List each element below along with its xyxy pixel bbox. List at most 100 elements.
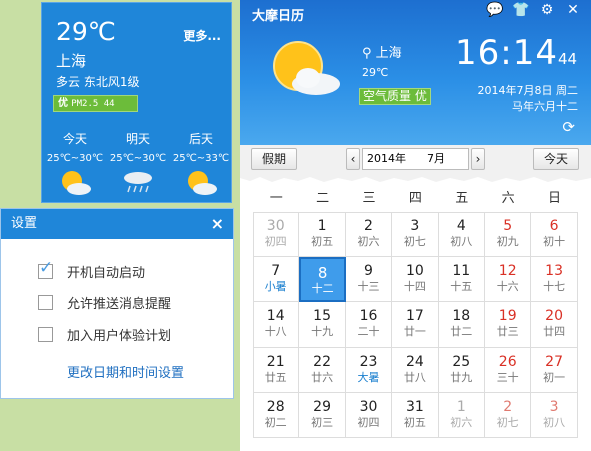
checkbox[interactable] bbox=[38, 327, 53, 342]
lunar-day: 二十 bbox=[357, 325, 380, 339]
day-cell[interactable]: 1 初六 bbox=[438, 392, 485, 438]
paper-tear-divider bbox=[240, 173, 591, 188]
forecast-range: 25℃~33℃ bbox=[172, 153, 230, 164]
day-cell[interactable]: 31 初五 bbox=[392, 392, 439, 438]
option-push-notify[interactable]: 允许推送消息提醒 bbox=[38, 295, 172, 314]
day-number: 3 bbox=[410, 218, 420, 234]
day-cell[interactable]: 30 初四 bbox=[253, 212, 300, 258]
calendar-city[interactable]: ⚲ 上海 bbox=[362, 42, 402, 61]
day-number: 12 bbox=[498, 263, 517, 280]
lunar-day: 初五 bbox=[311, 235, 334, 248]
day-number: 2 bbox=[364, 218, 373, 234]
weekday-label: 六 bbox=[501, 191, 515, 206]
day-cell[interactable]: 6 初十 bbox=[531, 212, 578, 258]
day-number: 27 bbox=[545, 353, 563, 370]
day-cell[interactable]: 18 廿二 bbox=[438, 302, 485, 348]
day-cell[interactable]: 29 初三 bbox=[299, 392, 346, 438]
day-cell[interactable]: 16 二十 bbox=[345, 302, 393, 348]
lunar-date: 马年六月十二 bbox=[512, 100, 578, 113]
day-cell[interactable]: 22 廿六 bbox=[299, 347, 346, 393]
day-cell-today[interactable]: 8 十二 bbox=[299, 257, 346, 303]
day-cell[interactable]: 13 十七 bbox=[531, 257, 578, 303]
day-cell[interactable]: 5 初九 bbox=[485, 212, 532, 258]
lunar-day: 初六 bbox=[450, 415, 473, 429]
more-link[interactable]: 更多... bbox=[183, 27, 221, 44]
day-cell[interactable]: 2 初七 bbox=[485, 392, 532, 438]
day-cell[interactable]: 9 十三 bbox=[345, 257, 393, 303]
day-cell[interactable]: 15 十九 bbox=[299, 302, 346, 348]
day-cell[interactable]: 4 初八 bbox=[438, 212, 485, 258]
day-number: 9 bbox=[364, 263, 373, 280]
day-number: 10 bbox=[405, 263, 424, 280]
option-label: 允许推送消息提醒 bbox=[67, 297, 172, 312]
day-number: 7 bbox=[271, 263, 281, 280]
holiday-button[interactable]: 假期 bbox=[251, 148, 297, 170]
weekday-label: 日 bbox=[548, 191, 562, 206]
settings-header: 设置 × bbox=[1, 209, 233, 239]
day-number: 2 bbox=[503, 398, 513, 415]
lunar-day: 廿五 bbox=[264, 370, 287, 384]
option-autostart[interactable]: 开机自动启动 bbox=[38, 259, 145, 283]
calendar-window: 大摩日历 💬 👕 ⚙ ✕ ⚲ 上海 29℃ 空气质量 优 16:14 44 2014年… bbox=[240, 0, 591, 451]
day-number: 8 bbox=[317, 264, 328, 283]
lunar-day: 大暑 bbox=[357, 370, 380, 384]
current-date: 2014年7月8日 周二 bbox=[477, 84, 579, 97]
day-cell[interactable]: 20 廿四 bbox=[531, 302, 578, 348]
month-value: 7月 bbox=[427, 152, 445, 165]
prev-month-button[interactable]: ‹ bbox=[346, 148, 360, 170]
forecast-day: 明天 bbox=[125, 132, 150, 146]
checkbox-checked[interactable] bbox=[38, 259, 53, 279]
day-cell[interactable]: 27 初一 bbox=[531, 347, 578, 393]
day-cell[interactable]: 30 初四 bbox=[345, 392, 393, 438]
settings-title: 设置 bbox=[11, 216, 38, 231]
day-cell[interactable]: 21 廿五 bbox=[253, 347, 300, 393]
day-cell[interactable]: 28 初二 bbox=[253, 392, 300, 438]
refresh-icon[interactable]: ⟳ bbox=[562, 118, 575, 136]
day-cell[interactable]: 25 廿九 bbox=[438, 347, 485, 393]
clock-seconds: 44 bbox=[558, 50, 578, 68]
clock-time: 16:14 bbox=[455, 33, 558, 73]
day-cell[interactable]: 3 初八 bbox=[531, 392, 578, 438]
day-cell[interactable]: 19 廿三 bbox=[485, 302, 532, 348]
day-cell[interactable]: 2 初六 bbox=[345, 212, 393, 258]
next-month-button[interactable]: › bbox=[471, 148, 485, 170]
day-cell[interactable]: 26 三十 bbox=[485, 347, 532, 393]
current-temperature: 29℃ bbox=[56, 17, 116, 46]
lunar-day: 廿六 bbox=[311, 370, 334, 384]
air-quality-badge: 空气质量 优 bbox=[359, 88, 431, 105]
day-number: 24 bbox=[405, 353, 424, 370]
today-button[interactable]: 今天 bbox=[533, 148, 579, 170]
settings-panel: 设置 × 开机自动启动 允许推送消息提醒 加入用户体验计划 更改日期和时间设置 bbox=[0, 208, 234, 399]
day-cell[interactable]: 10 十四 bbox=[392, 257, 439, 303]
aqi-value: PM2.5 44 bbox=[71, 99, 115, 109]
lunar-day: 初四 bbox=[357, 415, 380, 429]
lunar-day: 初一 bbox=[543, 370, 566, 384]
weekday-label: 五 bbox=[455, 191, 469, 206]
app-title: 大摩日历 bbox=[252, 9, 305, 24]
day-cell[interactable]: 14 十八 bbox=[253, 302, 300, 348]
gear-icon[interactable]: ⚙ bbox=[537, 2, 557, 18]
day-cell[interactable]: 24 廿八 bbox=[392, 347, 439, 393]
day-number: 4 bbox=[456, 218, 466, 234]
day-cell[interactable]: 3 初七 bbox=[392, 212, 439, 258]
option-ux-program[interactable]: 加入用户体验计划 bbox=[38, 327, 171, 346]
close-icon[interactable]: ✕ bbox=[563, 2, 583, 18]
day-cell[interactable]: 12 十六 bbox=[485, 257, 532, 303]
close-icon[interactable]: × bbox=[211, 209, 224, 239]
day-cell[interactable]: 1 初五 bbox=[299, 212, 346, 258]
day-cell[interactable]: 17 廿一 bbox=[392, 302, 439, 348]
day-cell[interactable]: 7 小暑 bbox=[253, 257, 300, 303]
year-month-select[interactable]: 2014年 7月 bbox=[362, 148, 469, 170]
chat-icon[interactable]: 💬 bbox=[485, 2, 505, 18]
weekday-header: 一 二 三 四 五 六 日 bbox=[253, 186, 578, 211]
day-cell[interactable]: 11 十五 bbox=[438, 257, 485, 303]
day-cell[interactable]: 23 大暑 bbox=[345, 347, 393, 393]
forecast-day: 今天 bbox=[62, 132, 87, 146]
change-datetime-link[interactable]: 更改日期和时间设置 bbox=[67, 362, 184, 381]
day-number: 20 bbox=[545, 308, 563, 325]
lunar-day: 十五 bbox=[450, 280, 473, 294]
city-name[interactable]: 上海 bbox=[56, 50, 86, 71]
checkbox[interactable] bbox=[38, 295, 53, 310]
shirt-icon[interactable]: 👕 bbox=[511, 2, 531, 18]
day-number: 15 bbox=[313, 308, 331, 325]
